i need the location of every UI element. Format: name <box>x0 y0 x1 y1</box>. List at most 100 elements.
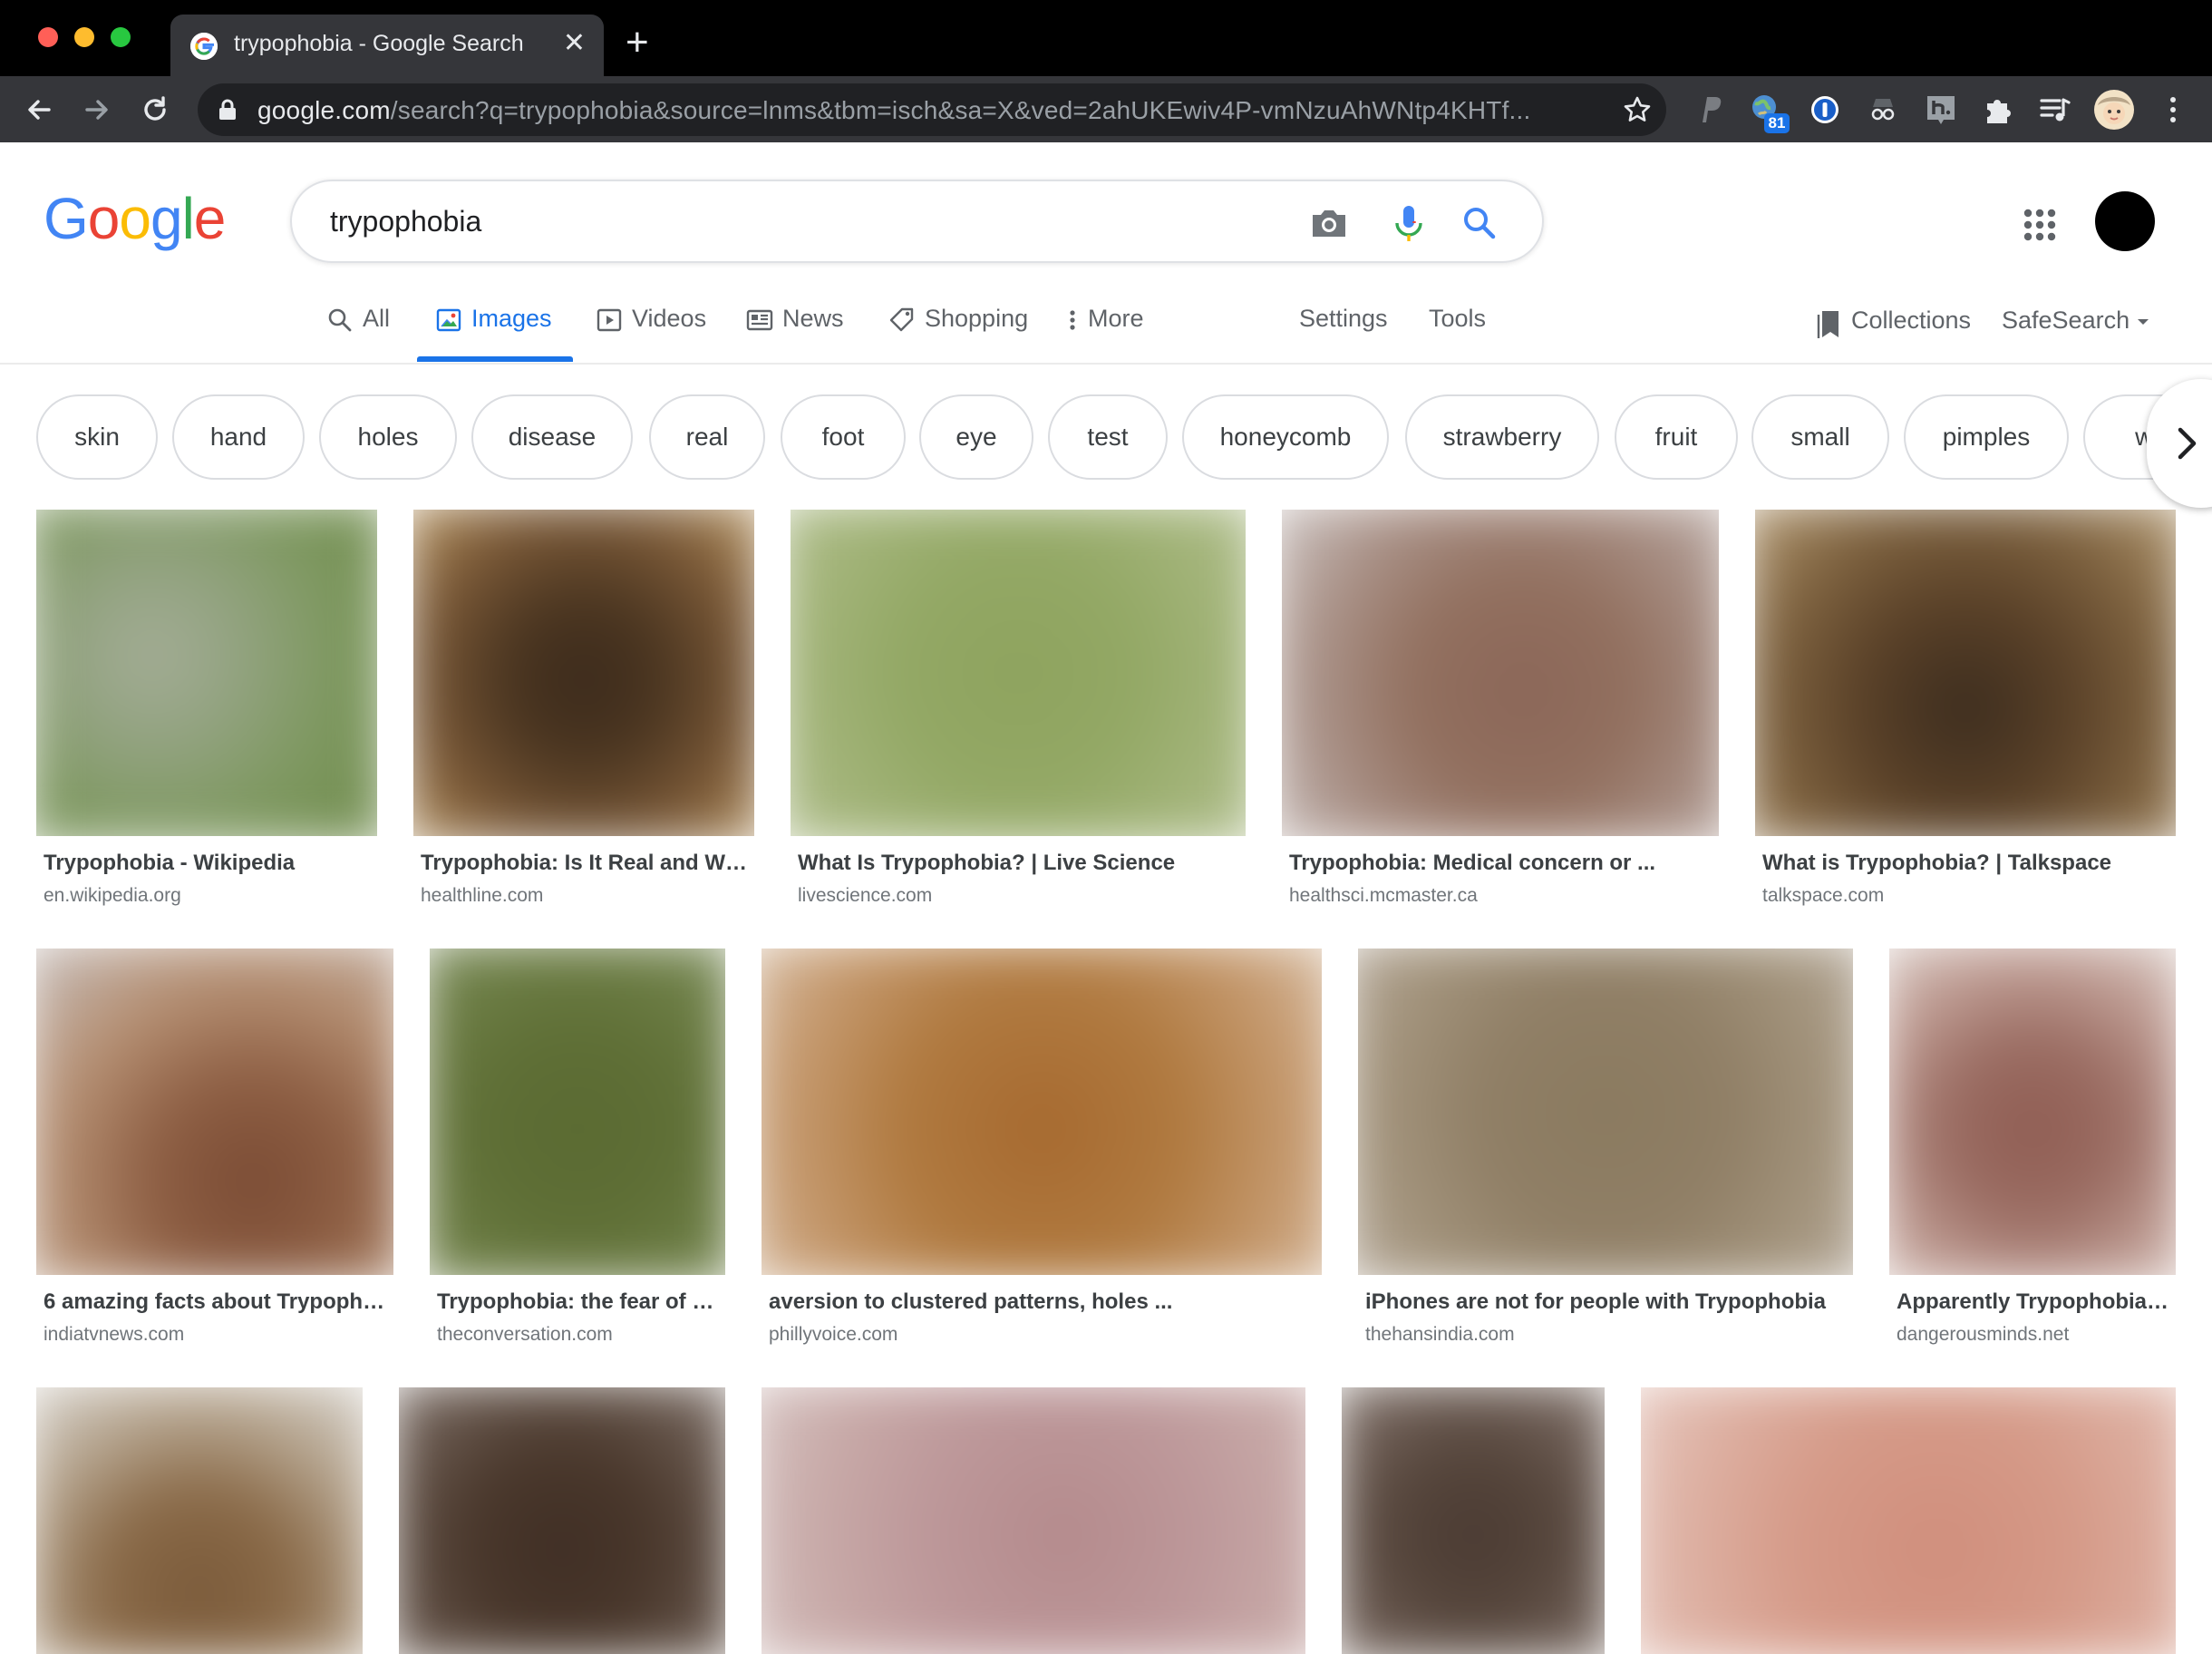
new-tab-icon[interactable]: + <box>626 22 649 63</box>
logo-letter: e <box>193 186 227 251</box>
search-input[interactable] <box>328 199 1235 243</box>
browser-menu-icon[interactable] <box>2156 92 2190 127</box>
chip-hand[interactable]: hand <box>172 394 305 480</box>
chip-honeycomb[interactable]: honeycomb <box>1182 394 1389 480</box>
result-thumbnail[interactable] <box>1358 949 1853 1275</box>
logo-letter: g <box>150 186 183 251</box>
result-source[interactable]: indiatvnews.com <box>44 1324 184 1346</box>
chevron-right-icon <box>2178 427 2197 460</box>
settings-link[interactable]: Settings <box>1299 305 1388 363</box>
browser-chrome: trypophobia - Google Search ✕ + google.c… <box>0 0 2212 142</box>
chip-fruit[interactable]: fruit <box>1615 394 1738 480</box>
collections-label: Collections <box>1851 306 1972 334</box>
result-source[interactable]: theconversation.com <box>437 1324 613 1346</box>
minimize-window-button[interactable] <box>74 27 94 47</box>
password-manager-extension-icon[interactable] <box>1808 92 1842 127</box>
camera-icon[interactable] <box>1307 201 1351 245</box>
result-source[interactable]: en.wikipedia.org <box>44 885 181 907</box>
tab-title: trypophobia - Google Search <box>234 31 524 56</box>
chip-skin[interactable]: skin <box>36 394 158 480</box>
caret-down-icon <box>2138 319 2149 325</box>
result-title[interactable]: Trypophobia: Is It Real and Wh... <box>421 851 751 876</box>
chip-disease[interactable]: disease <box>471 394 633 480</box>
result-thumbnail[interactable] <box>36 1387 363 1654</box>
chip-holes[interactable]: holes <box>319 394 457 480</box>
close-tab-icon[interactable]: ✕ <box>563 27 586 60</box>
url-path: /search?q=trypophobia&source=lnms&tbm=is… <box>390 96 1531 124</box>
result-title[interactable]: Apparently Trypophobia (... <box>1897 1289 2172 1315</box>
result-thumbnail[interactable] <box>1889 949 2176 1275</box>
result-title[interactable]: Trypophobia - Wikipedia <box>44 851 374 876</box>
close-window-button[interactable] <box>38 27 58 47</box>
bookmark-star-icon[interactable] <box>1623 95 1652 124</box>
logo-letter: o <box>119 186 151 251</box>
tab-shopping[interactable]: Shopping <box>888 305 1028 363</box>
result-source[interactable]: healthsci.mcmaster.ca <box>1289 885 1478 907</box>
chip-test[interactable]: test <box>1048 394 1168 480</box>
result-thumbnail[interactable] <box>762 949 1322 1275</box>
result-source[interactable]: livescience.com <box>798 885 932 907</box>
lock-icon[interactable] <box>218 99 238 121</box>
result-source[interactable]: dangerousminds.net <box>1897 1324 2069 1346</box>
spy-extension-icon[interactable] <box>1866 92 1900 127</box>
result-title[interactable]: aversion to clustered patterns, holes ..… <box>769 1289 1318 1315</box>
chip-real[interactable]: real <box>649 394 765 480</box>
result-thumbnail[interactable] <box>430 949 725 1275</box>
result-thumbnail[interactable] <box>791 510 1246 836</box>
result-thumbnail[interactable] <box>1342 1387 1605 1654</box>
apps-grid-icon[interactable] <box>2022 207 2058 243</box>
browser-tab[interactable]: trypophobia - Google Search ✕ <box>170 15 604 76</box>
tab-all[interactable]: All <box>326 305 390 363</box>
chip-pimples[interactable]: pimples <box>1904 394 2069 480</box>
microphone-icon[interactable] <box>1387 201 1431 245</box>
result-source[interactable]: talkspace.com <box>1762 885 1884 907</box>
safesearch-menu[interactable]: SafeSearch <box>2002 306 2151 365</box>
search-icon[interactable] <box>1458 201 1501 245</box>
paypal-extension-icon[interactable] <box>1692 92 1726 127</box>
tab-videos[interactable]: Videos <box>596 305 706 363</box>
result-title[interactable]: What Is Trypophobia? | Live Science <box>798 851 1242 876</box>
hypothesis-extension-icon[interactable] <box>1924 92 1958 127</box>
result-thumbnail[interactable] <box>1755 510 2176 836</box>
extensions-puzzle-icon[interactable] <box>1980 92 2014 127</box>
result-title[interactable]: Trypophobia: the fear of h... <box>437 1289 722 1315</box>
result-title[interactable]: 6 amazing facts about Trypopho... <box>44 1289 390 1315</box>
result-title[interactable]: What is Trypophobia? | Talkspace <box>1762 851 2172 876</box>
tab-more[interactable]: More <box>1066 305 1144 363</box>
url-text: google.com/search?q=trypophobia&source=l… <box>257 96 1531 125</box>
result-thumbnail[interactable] <box>1641 1387 2176 1654</box>
chip-foot[interactable]: foot <box>781 394 906 480</box>
image-icon <box>436 308 461 332</box>
reload-icon[interactable] <box>136 91 174 129</box>
result-source[interactable]: thehansindia.com <box>1365 1324 1515 1346</box>
account-avatar[interactable] <box>2095 191 2155 251</box>
result-source[interactable]: healthline.com <box>421 885 543 907</box>
chip-eye[interactable]: eye <box>919 394 1033 480</box>
tab-images[interactable]: Images <box>435 305 552 363</box>
profile-avatar-icon[interactable] <box>2093 89 2135 131</box>
result-source[interactable]: phillyvoice.com <box>769 1324 897 1346</box>
tab-label: All <box>363 305 391 332</box>
result-title[interactable]: iPhones are not for people with Trypopho… <box>1365 1289 1849 1315</box>
back-icon[interactable] <box>20 91 58 129</box>
chip-strawberry[interactable]: strawberry <box>1405 394 1599 480</box>
zoom-window-button[interactable] <box>111 27 131 47</box>
forward-icon[interactable] <box>78 91 116 129</box>
media-queue-icon[interactable] <box>2038 92 2072 127</box>
collections-link[interactable]: Collections <box>1815 306 1971 365</box>
logo-letter: G <box>44 186 89 251</box>
tab-news[interactable]: News <box>746 305 844 363</box>
tools-link[interactable]: Tools <box>1429 305 1486 363</box>
browser-toolbar: google.com/search?q=trypophobia&source=l… <box>0 76 2212 142</box>
google-logo[interactable]: Google <box>44 184 227 253</box>
result-thumbnail[interactable] <box>36 949 393 1275</box>
result-thumbnail[interactable] <box>413 510 754 836</box>
result-title[interactable]: Trypophobia: Medical concern or ... <box>1289 851 1715 876</box>
result-thumbnail[interactable] <box>762 1387 1305 1654</box>
result-thumbnail[interactable] <box>36 510 377 836</box>
result-thumbnail[interactable] <box>1282 510 1719 836</box>
result-thumbnail[interactable] <box>399 1387 725 1654</box>
tab-strip: trypophobia - Google Search ✕ + <box>0 0 2212 76</box>
chip-small[interactable]: small <box>1751 394 1889 480</box>
address-bar[interactable]: google.com/search?q=trypophobia&source=l… <box>198 83 1666 136</box>
